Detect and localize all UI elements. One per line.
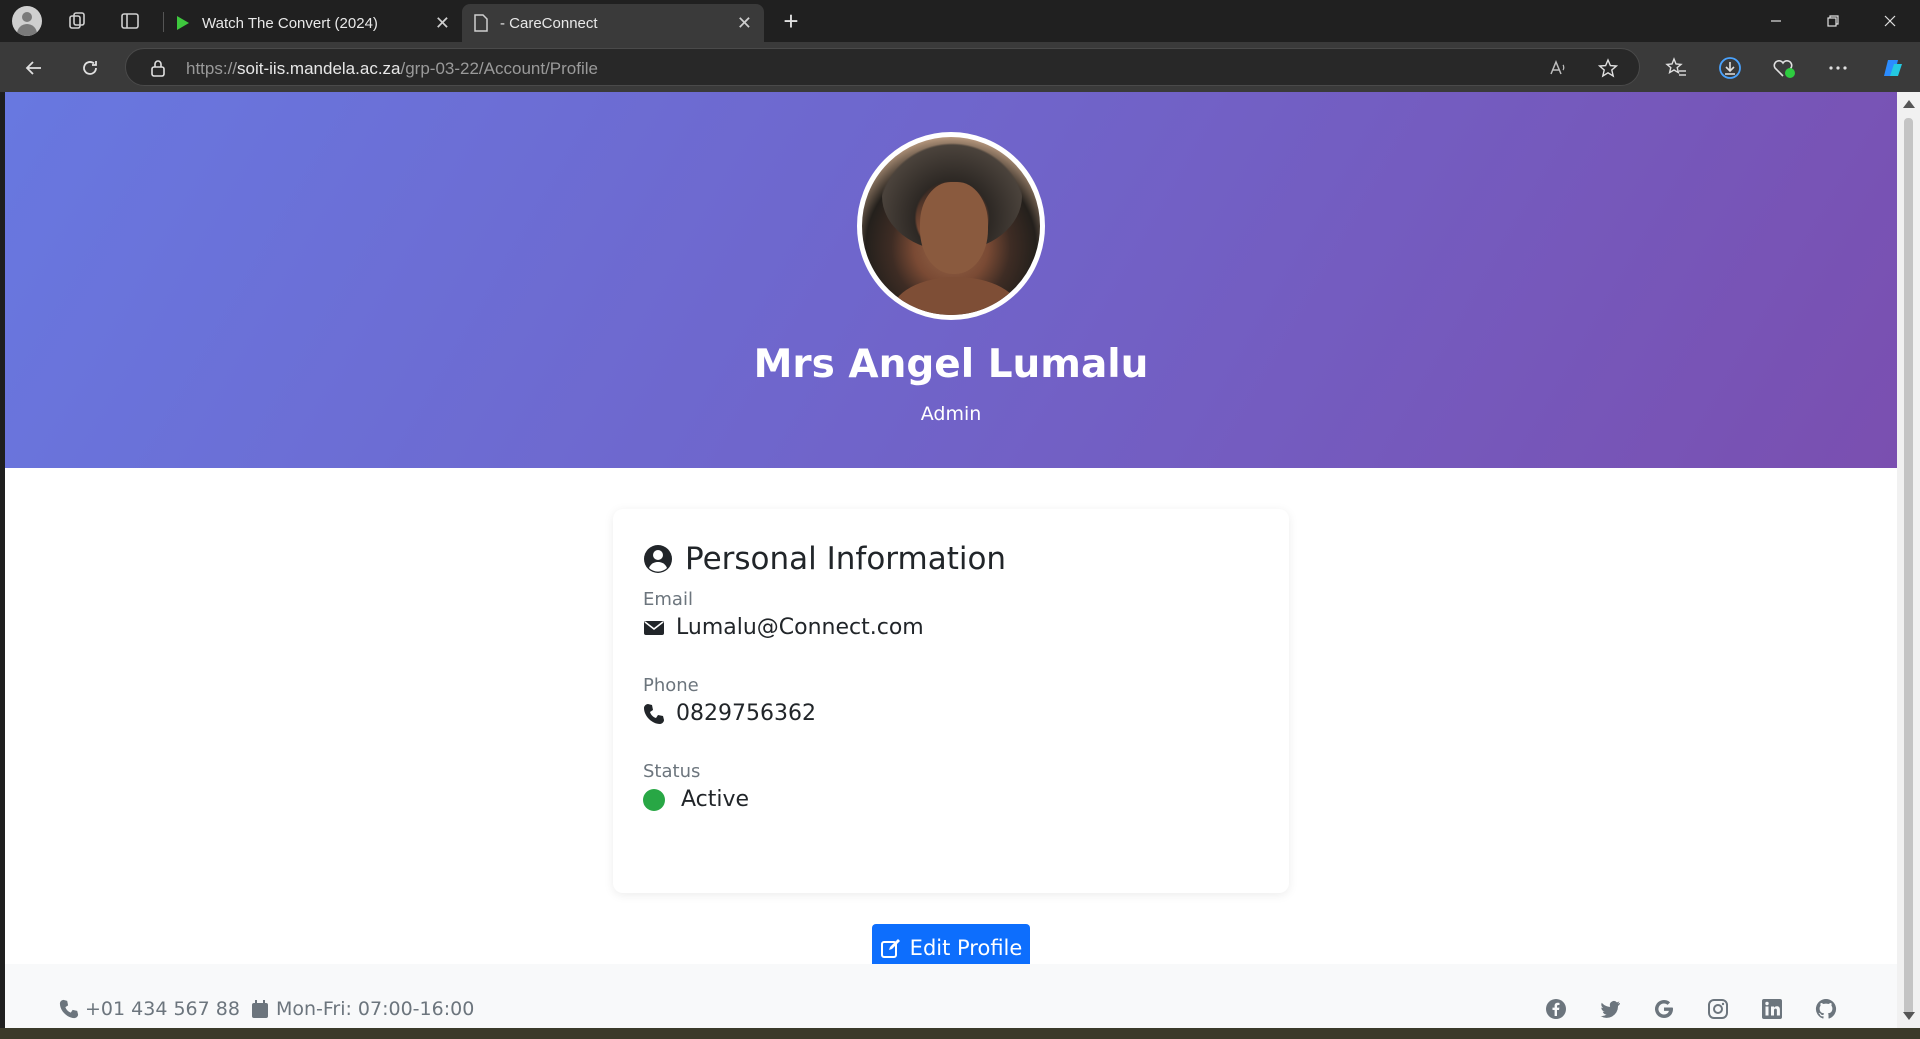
status-value-row: Active	[643, 787, 749, 812]
edit-profile-label: Edit Profile	[909, 936, 1023, 960]
tab-watch-the-convert[interactable]: Watch The Convert (2024) ✕	[164, 4, 462, 42]
twitter-icon[interactable]	[1599, 998, 1621, 1020]
card-heading-text: Personal Information	[685, 541, 1007, 577]
profile-avatar-icon[interactable]	[12, 6, 42, 36]
scroll-up-arrow-icon[interactable]	[1903, 100, 1915, 108]
linkedin-icon[interactable]	[1761, 998, 1783, 1020]
photo-face	[920, 182, 988, 274]
status-indicator	[643, 788, 665, 811]
os-taskbar-edge	[0, 1028, 1920, 1039]
profile-role: Admin	[920, 403, 982, 425]
instagram-icon[interactable]	[1707, 998, 1729, 1020]
profile-name: Mrs Angel Lumalu	[753, 342, 1149, 387]
downloads-icon[interactable]	[1714, 52, 1746, 84]
phone-icon	[59, 999, 79, 1019]
footer-phone: +01 434 567 88	[85, 998, 240, 1020]
photo-shoulder	[892, 277, 1020, 315]
card-heading: Personal Information	[643, 541, 1006, 577]
phone-icon	[644, 703, 664, 724]
browser-toolbar: https://soit-iis.mandela.ac.za/grp-03-22…	[0, 42, 1920, 92]
facebook-icon[interactable]	[1545, 998, 1567, 1020]
minimize-button[interactable]	[1748, 0, 1804, 42]
browser-tab-bar: Watch The Convert (2024) ✕ - CareConnect…	[0, 0, 1920, 42]
tab-careconnect[interactable]: - CareConnect ✕	[462, 4, 764, 42]
copilot-icon[interactable]	[1876, 52, 1908, 84]
email-value-row: Lumalu@Connect.com	[643, 615, 924, 640]
tab-title: Watch The Convert (2024)	[202, 14, 378, 32]
new-tab-button[interactable]: +	[776, 6, 806, 36]
play-icon	[177, 16, 189, 30]
close-window-button[interactable]	[1862, 0, 1918, 42]
envelope-icon	[644, 620, 664, 635]
phone-value: 0829756362	[676, 701, 816, 726]
personal-information-card: Personal Information Email Lumalu@Connec…	[613, 509, 1289, 893]
url-scheme: https://	[186, 59, 238, 78]
more-options-icon[interactable]	[1822, 52, 1854, 84]
url-text[interactable]: https://soit-iis.mandela.ac.za/grp-03-22…	[186, 59, 598, 79]
footer-contact: +01 434 567 88 Mon-Fri: 07:00-16:00	[59, 998, 474, 1020]
lock-icon[interactable]	[150, 59, 166, 77]
tab-close-icon[interactable]: ✕	[737, 13, 752, 34]
restore-button[interactable]	[1805, 0, 1861, 42]
status-label: Status	[643, 761, 701, 782]
scroll-down-arrow-icon[interactable]	[1903, 1012, 1915, 1020]
profile-header: Mrs Angel Lumalu Admin	[5, 92, 1897, 468]
back-button[interactable]	[18, 52, 50, 84]
user-circle-icon	[644, 545, 672, 573]
favorite-star-icon[interactable]	[1598, 58, 1618, 78]
page-icon	[474, 14, 488, 32]
profile-photo	[857, 132, 1045, 320]
tab-close-icon[interactable]: ✕	[435, 13, 450, 34]
refresh-button[interactable]	[74, 52, 106, 84]
url-path: /grp-03-22/Account/Profile	[400, 59, 599, 78]
github-icon[interactable]	[1815, 998, 1837, 1020]
phone-value-row: 0829756362	[643, 701, 816, 726]
address-bar[interactable]: https://soit-iis.mandela.ac.za/grp-03-22…	[125, 48, 1640, 86]
email-label: Email	[643, 589, 693, 610]
email-value: Lumalu@Connect.com	[676, 615, 924, 640]
scroll-thumb[interactable]	[1904, 118, 1913, 1016]
page-footer: +01 434 567 88 Mon-Fri: 07:00-16:00	[5, 964, 1897, 1028]
page-viewport: Mrs Angel Lumalu Admin Personal Informat…	[5, 92, 1897, 1028]
google-icon[interactable]	[1653, 998, 1675, 1020]
footer-hours: Mon-Fri: 07:00-16:00	[275, 998, 475, 1020]
tab-title: - CareConnect	[500, 14, 598, 32]
page-scrollbar[interactable]	[1897, 92, 1920, 1028]
favorites-icon[interactable]	[1660, 52, 1692, 84]
status-value: Active	[681, 787, 750, 812]
read-aloud-icon[interactable]	[1548, 58, 1568, 78]
workspaces-icon[interactable]	[58, 0, 98, 42]
browser-essentials-icon[interactable]	[1768, 52, 1800, 84]
calendar-icon	[251, 1000, 268, 1018]
phone-label: Phone	[643, 675, 699, 696]
tab-actions-icon[interactable]	[110, 0, 150, 42]
edit-icon	[880, 939, 900, 958]
url-host: soit-iis.mandela.ac.za	[237, 59, 401, 78]
